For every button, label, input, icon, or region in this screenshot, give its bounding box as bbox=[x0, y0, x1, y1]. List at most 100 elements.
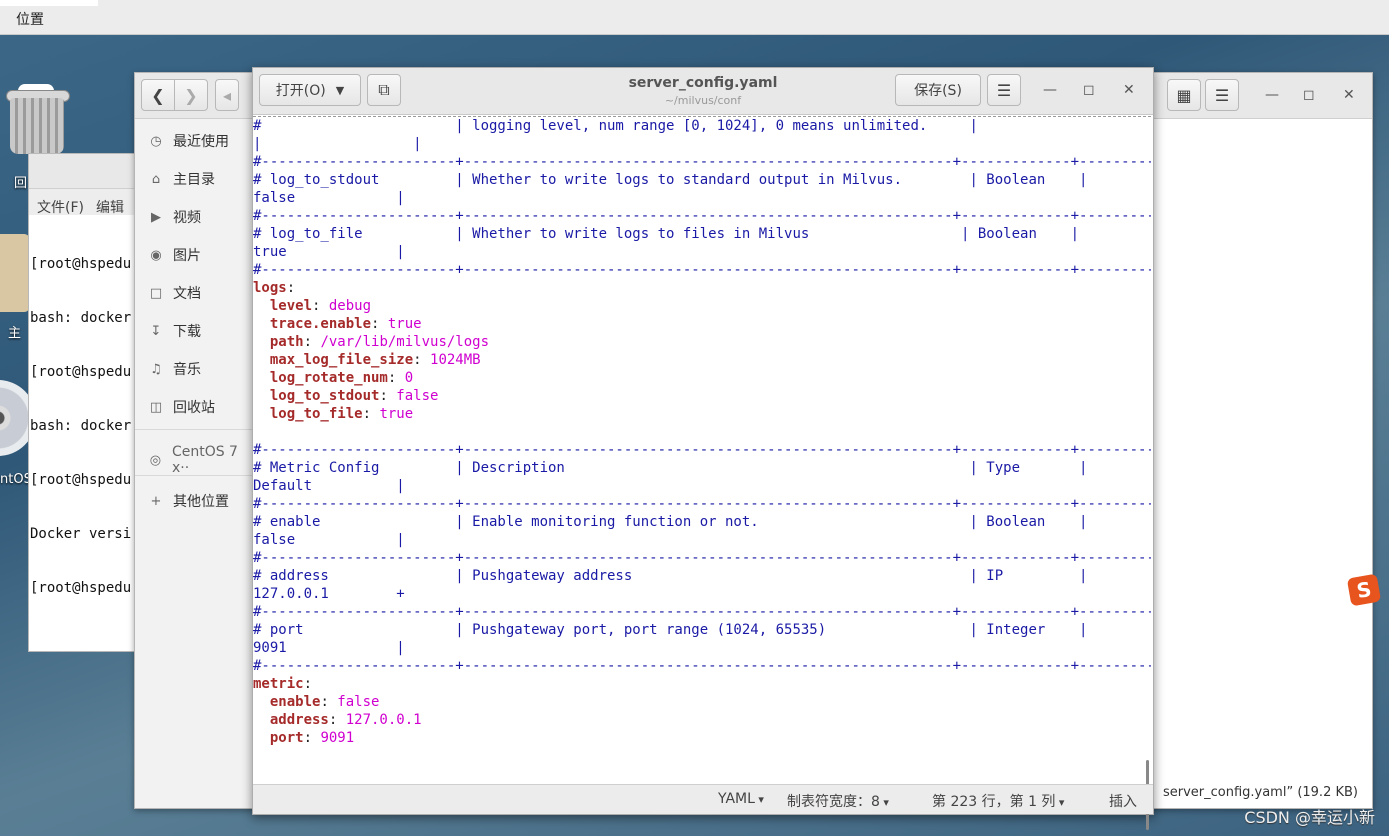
code-line: #-----------------------+---------------… bbox=[253, 153, 1151, 171]
terminal-output[interactable]: [root@hspedu bash: docker [root@hspedu b… bbox=[29, 215, 139, 633]
yaml-value: false bbox=[337, 694, 380, 710]
cursor-position-selector[interactable]: 第 223 行，第 1 列 bbox=[932, 791, 1064, 811]
maximize-icon[interactable]: ◻ bbox=[1083, 82, 1095, 98]
sidebar-item-other-locations[interactable]: + 其他位置 bbox=[149, 491, 229, 511]
code-line: # Metric Config | Description | Type | bbox=[253, 459, 1151, 477]
yaml-key: path bbox=[253, 334, 304, 350]
location-menu[interactable]: 位置 bbox=[16, 9, 44, 29]
code-line: trace.enable: true bbox=[253, 315, 1151, 333]
terminal-window[interactable]: 文件(F) 编辑 [root@hspedu bash: docker [root@… bbox=[28, 153, 140, 652]
music-icon: ♫ bbox=[150, 361, 162, 377]
home-icon: ⌂ bbox=[151, 171, 161, 187]
sidebar-item-label: 图片 bbox=[173, 248, 201, 264]
code-line: #-----------------------+---------------… bbox=[253, 549, 1151, 567]
yaml-key: log_to_file bbox=[253, 406, 363, 422]
comment-text: true | bbox=[253, 244, 405, 260]
yaml-colon: : bbox=[303, 334, 321, 350]
watermark: CSDN @幸运小新 bbox=[1244, 808, 1375, 827]
comment-text: # log_to_file | Whether to write logs to… bbox=[253, 226, 1080, 242]
code-line: | | bbox=[253, 135, 1151, 153]
code-line: log_rotate_num: 0 bbox=[253, 369, 1151, 387]
sidebar-item-label: 主目录 bbox=[173, 172, 215, 188]
sidebar-item-videos[interactable]: ▶ 视频 bbox=[149, 207, 201, 227]
terminal-menu-file[interactable]: 文件(F) bbox=[37, 200, 84, 216]
code-line: #-----------------------+---------------… bbox=[253, 261, 1151, 279]
yaml-colon: : bbox=[320, 694, 338, 710]
code-line: # log_to_file | Whether to write logs to… bbox=[253, 225, 1151, 243]
maximize-icon[interactable]: ◻ bbox=[1303, 87, 1315, 103]
yaml-colon: : bbox=[413, 352, 431, 368]
code-line: 9091 | bbox=[253, 639, 1151, 657]
sidebar-item-label: 回收站 bbox=[173, 400, 215, 416]
sogou-ime-icon[interactable]: S bbox=[1346, 573, 1382, 607]
yaml-colon: : bbox=[379, 388, 397, 404]
comment-text: # enable | Enable monitoring function or… bbox=[253, 514, 1088, 530]
code-line: false | bbox=[253, 531, 1151, 549]
top-bar: 位置 bbox=[0, 0, 1389, 35]
sidebar-item-pictures[interactable]: ◉ 图片 bbox=[149, 245, 201, 265]
sidebar-item-trash[interactable]: ◫ 回收站 bbox=[149, 397, 215, 417]
yaml-value: debug bbox=[328, 298, 372, 314]
sidebar-item-centos-disc[interactable]: ◎ CentOS 7 x·· bbox=[149, 444, 253, 476]
terminal-menu-edit[interactable]: 编辑 bbox=[96, 200, 124, 216]
editor-menu-button[interactable]: ☰ bbox=[987, 74, 1021, 106]
view-toggle-button[interactable]: ▦ bbox=[1167, 79, 1201, 111]
terminal-line: Docker versi bbox=[30, 526, 132, 542]
trash-icon: ◫ bbox=[149, 399, 163, 415]
desktop-trash-icon[interactable] bbox=[6, 84, 70, 156]
close-icon[interactable]: ✕ bbox=[1123, 82, 1135, 98]
language-selector[interactable]: YAML bbox=[718, 791, 764, 807]
sidebar-item-label: 文档 bbox=[173, 286, 201, 302]
grid-view-icon: ▦ bbox=[1176, 85, 1192, 105]
comment-text: 127.0.0.1 + bbox=[253, 586, 405, 602]
yaml-key: log_rotate_num bbox=[253, 370, 388, 386]
terminal-line: [root@hspedu bbox=[30, 472, 132, 488]
forward-button[interactable]: ❯ bbox=[174, 79, 208, 111]
menu-button[interactable]: ☰ bbox=[1205, 79, 1239, 111]
terminal-titlebar[interactable] bbox=[29, 154, 139, 189]
code-line: #-----------------------+---------------… bbox=[253, 603, 1151, 621]
text-editor-window[interactable]: 打开(O) ▼ ⧉ server_config.yaml ~/milvus/con… bbox=[252, 67, 1154, 830]
code-line: #-----------------------+---------------… bbox=[253, 441, 1151, 459]
sidebar-item-downloads[interactable]: ↧ 下载 bbox=[149, 321, 201, 341]
hamburger-icon: ☰ bbox=[1214, 85, 1230, 105]
camera-icon: ◉ bbox=[150, 247, 162, 263]
save-button[interactable]: 保存(S) bbox=[895, 74, 981, 106]
clock-icon: ◷ bbox=[150, 133, 162, 149]
chevron-left-icon: ❮ bbox=[151, 85, 165, 105]
path-scroll-left-button[interactable]: ◂ bbox=[215, 79, 239, 111]
comment-text: # log_to_stdout | Whether to write logs … bbox=[253, 172, 1088, 188]
editor-header[interactable]: 打开(O) ▼ ⧉ server_config.yaml ~/milvus/con… bbox=[253, 68, 1153, 115]
minimize-icon[interactable]: — bbox=[1043, 82, 1057, 98]
comment-text: #-----------------------+---------------… bbox=[253, 208, 1151, 224]
sidebar-item-documents[interactable]: □ 文档 bbox=[149, 283, 201, 303]
tab-width-selector[interactable]: 制表符宽度：8 bbox=[787, 791, 889, 811]
desktop-home-folder-icon[interactable] bbox=[0, 234, 30, 312]
disc-icon: ◎ bbox=[149, 452, 162, 468]
yaml-value: true bbox=[387, 316, 422, 332]
comment-text: # port | Pushgateway port, port range (1… bbox=[253, 622, 1088, 638]
yaml-key: max_log_file_size bbox=[253, 352, 414, 368]
editor-text-area[interactable]: # | logging level, num range [0, 1024], … bbox=[253, 115, 1151, 785]
code-line: log_to_stdout: false bbox=[253, 387, 1151, 405]
back-button[interactable]: ❮ bbox=[141, 79, 175, 111]
sidebar-item-music[interactable]: ♫ 音乐 bbox=[149, 359, 201, 379]
comment-text: false | bbox=[253, 190, 405, 206]
sidebar-item-recent[interactable]: ◷ 最近使用 bbox=[149, 131, 229, 151]
top-tab[interactable] bbox=[0, 0, 98, 6]
comment-text: 9091 | bbox=[253, 640, 405, 656]
terminal-line: [root@hspedu bbox=[30, 364, 132, 380]
code-line: # port | Pushgateway port, port range (1… bbox=[253, 621, 1151, 639]
yaml-value: 9091 bbox=[320, 730, 355, 746]
sidebar-divider bbox=[135, 429, 253, 430]
yaml-value: 127.0.0.1 bbox=[345, 712, 422, 728]
terminal-line: [root@hspedu bbox=[30, 580, 132, 596]
sidebar-item-label: 音乐 bbox=[173, 362, 201, 378]
comment-text: Default | bbox=[253, 478, 405, 494]
sidebar-item-home[interactable]: ⌂ 主目录 bbox=[149, 169, 215, 189]
minimize-icon[interactable]: — bbox=[1265, 87, 1279, 103]
close-icon[interactable]: ✕ bbox=[1343, 87, 1355, 103]
code-line: # address | Pushgateway address | IP | bbox=[253, 567, 1151, 585]
document-icon: □ bbox=[149, 285, 163, 301]
